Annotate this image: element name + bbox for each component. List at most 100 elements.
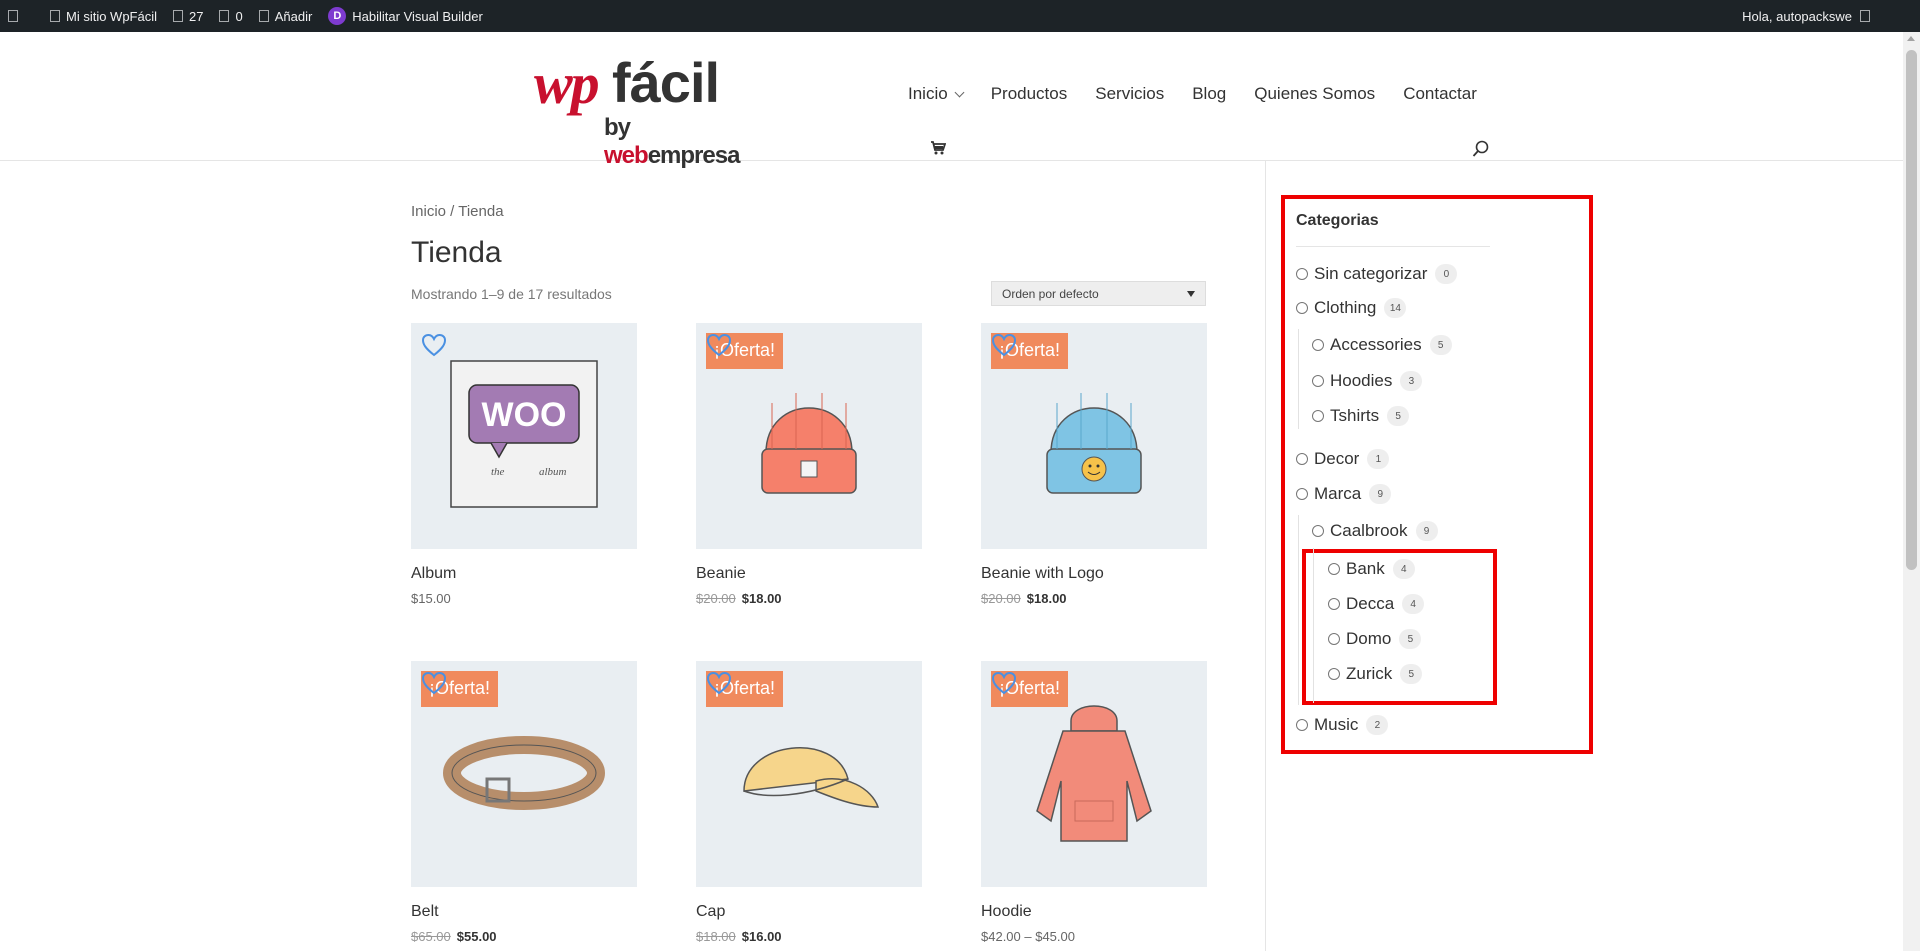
widget-title-underline <box>1296 246 1490 247</box>
greeting: Hola, autopackswe <box>1742 8 1852 24</box>
result-count: Mostrando 1–9 de 17 resultados <box>411 286 612 302</box>
category-radio[interactable] <box>1296 302 1308 314</box>
nav-item-contactar[interactable]: Contactar <box>1403 84 1477 104</box>
product-price: $18.00 $16.00 <box>696 929 782 944</box>
product-card[interactable]: ¡Oferta! Hoodie $42.00 – $45.00 <box>981 661 1207 944</box>
tree-line-caalbrook <box>1313 548 1314 703</box>
category-count: 2 <box>1366 715 1389 735</box>
logo-wp: wp <box>534 51 600 116</box>
category-label: Clothing <box>1314 298 1377 317</box>
product-image[interactable]: ¡Oferta! <box>411 661 637 887</box>
category-label: Marca <box>1314 484 1362 503</box>
product-title[interactable]: Album <box>411 565 637 583</box>
main-nav: Inicio Productos Servicios Blog Quienes … <box>908 84 1477 104</box>
product-card[interactable]: WOO the album Album $15.00 <box>411 323 637 606</box>
logo-byline: by webempresa <box>604 114 740 169</box>
product-title[interactable]: Beanie with Logo <box>981 565 1207 583</box>
category-radio[interactable] <box>1296 453 1308 465</box>
category-radio[interactable] <box>1296 488 1308 500</box>
product-image[interactable]: ¡Oferta! <box>981 661 1207 887</box>
category-label: Tshirts <box>1330 406 1380 425</box>
category-radio[interactable] <box>1328 563 1340 575</box>
product-price: $42.00 – $45.00 <box>981 929 1075 944</box>
home-icon <box>50 10 60 22</box>
wishlist-heart-icon[interactable] <box>421 671 447 695</box>
product-price: $20.00 $18.00 <box>981 591 1067 606</box>
page-scrollbar[interactable] <box>1903 32 1920 951</box>
wishlist-heart-icon[interactable] <box>706 671 732 695</box>
orderby-select[interactable]: Orden por defecto <box>991 281 1206 306</box>
nav-item-blog[interactable]: Blog <box>1192 84 1226 104</box>
category-marca[interactable]: Marca 9 <box>1296 484 1392 504</box>
category-decca[interactable]: Decca 4 <box>1328 594 1425 614</box>
product-title[interactable]: Hoodie <box>981 903 1207 921</box>
category-radio[interactable] <box>1328 668 1340 680</box>
cart-icon[interactable] <box>930 140 946 156</box>
product-card[interactable]: ¡Oferta! Beanie with Logo $20.00 $18.00 <box>981 323 1207 606</box>
product-image[interactable]: ¡Oferta! <box>696 661 922 887</box>
product-image[interactable]: ¡Oferta! <box>981 323 1207 549</box>
category-count: 3 <box>1400 371 1423 391</box>
sidebar-divider <box>1265 161 1266 951</box>
category-zurick[interactable]: Zurick 5 <box>1328 664 1423 684</box>
scrollbar-thumb[interactable] <box>1906 50 1917 570</box>
wishlist-heart-icon[interactable] <box>706 333 732 357</box>
product-card[interactable]: ¡Oferta! Cap $18.00 $16.00 <box>696 661 922 944</box>
updates-count: 27 <box>189 8 204 24</box>
updates-menu[interactable]: 27 <box>165 0 211 32</box>
divi-icon: D <box>328 7 347 25</box>
category-accessories[interactable]: Accessories 5 <box>1312 335 1452 355</box>
avatar-icon <box>1860 10 1870 22</box>
site-name-menu[interactable]: Mi sitio WpFácil <box>42 0 165 32</box>
search-icon[interactable] <box>1472 140 1490 158</box>
my-account-menu[interactable]: Hola, autopackswe <box>1742 0 1870 32</box>
wishlist-heart-icon[interactable] <box>421 333 447 357</box>
product-card[interactable]: ¡Oferta! Belt $65.00 $55.00 <box>411 661 637 944</box>
category-music[interactable]: Music 2 <box>1296 715 1389 735</box>
product-card[interactable]: ¡Oferta! Beanie $20.00 $18.00 <box>696 323 922 606</box>
category-label: Hoodies <box>1330 371 1393 390</box>
tree-line-marca <box>1298 515 1299 705</box>
site-logo[interactable]: wp fácil by webempresa <box>530 51 770 169</box>
album-caption-left: the <box>491 466 505 478</box>
category-tshirts[interactable]: Tshirts 5 <box>1312 406 1410 426</box>
nav-item-quienes-somos[interactable]: Quienes Somos <box>1254 84 1375 104</box>
product-image[interactable]: ¡Oferta! <box>696 323 922 549</box>
wishlist-heart-icon[interactable] <box>991 333 1017 357</box>
category-decor[interactable]: Decor 1 <box>1296 449 1390 469</box>
category-sin-categorizar[interactable]: Sin categorizar 0 <box>1296 264 1458 284</box>
nav-item-productos[interactable]: Productos <box>991 84 1068 104</box>
scroll-up-arrow-icon[interactable] <box>1907 36 1915 41</box>
updates-icon <box>173 10 184 22</box>
add-new-menu[interactable]: Añadir <box>251 0 321 32</box>
comments-menu[interactable]: 0 <box>211 0 250 32</box>
category-caalbrook[interactable]: Caalbrook 9 <box>1312 521 1438 541</box>
nav-item-inicio[interactable]: Inicio <box>908 84 965 104</box>
category-radio[interactable] <box>1328 633 1340 645</box>
product-title[interactable]: Belt <box>411 903 637 921</box>
category-radio[interactable] <box>1296 268 1308 280</box>
category-radio[interactable] <box>1312 410 1324 422</box>
category-domo[interactable]: Domo 5 <box>1328 629 1422 649</box>
breadcrumb[interactable]: Inicio / Tienda <box>411 203 504 220</box>
category-radio[interactable] <box>1312 375 1324 387</box>
product-image[interactable]: WOO the album <box>411 323 637 549</box>
category-radio[interactable] <box>1328 598 1340 610</box>
comments-count: 0 <box>235 8 243 24</box>
product-title[interactable]: Beanie <box>696 565 922 583</box>
category-count: 4 <box>1402 594 1425 614</box>
category-radio[interactable] <box>1312 339 1324 351</box>
admin-bar: Mi sitio WpFácil 27 0 Añadir D Habilitar… <box>0 0 1920 32</box>
category-clothing[interactable]: Clothing 14 <box>1296 298 1407 318</box>
category-hoodies[interactable]: Hoodies 3 <box>1312 371 1423 391</box>
category-label: Accessories <box>1330 335 1422 354</box>
visual-builder-button[interactable]: D Habilitar Visual Builder <box>320 0 491 32</box>
product-title[interactable]: Cap <box>696 903 922 921</box>
category-radio[interactable] <box>1296 719 1308 731</box>
category-bank[interactable]: Bank 4 <box>1328 559 1415 579</box>
nav-item-servicios[interactable]: Servicios <box>1095 84 1164 104</box>
category-radio[interactable] <box>1312 525 1324 537</box>
wishlist-heart-icon[interactable] <box>991 671 1017 695</box>
category-count: 14 <box>1384 298 1407 318</box>
wp-logo-menu[interactable] <box>0 0 26 32</box>
